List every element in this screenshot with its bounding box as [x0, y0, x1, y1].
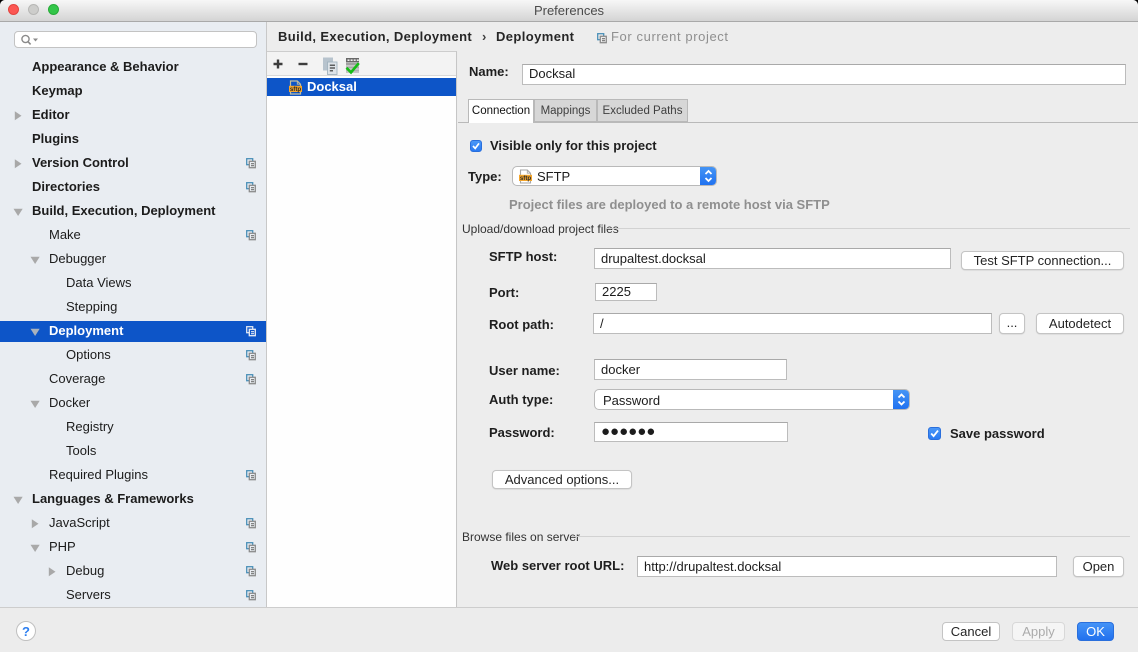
svg-text:sftp: sftp [520, 175, 532, 182]
svg-text:sftp: sftp [290, 85, 302, 92]
